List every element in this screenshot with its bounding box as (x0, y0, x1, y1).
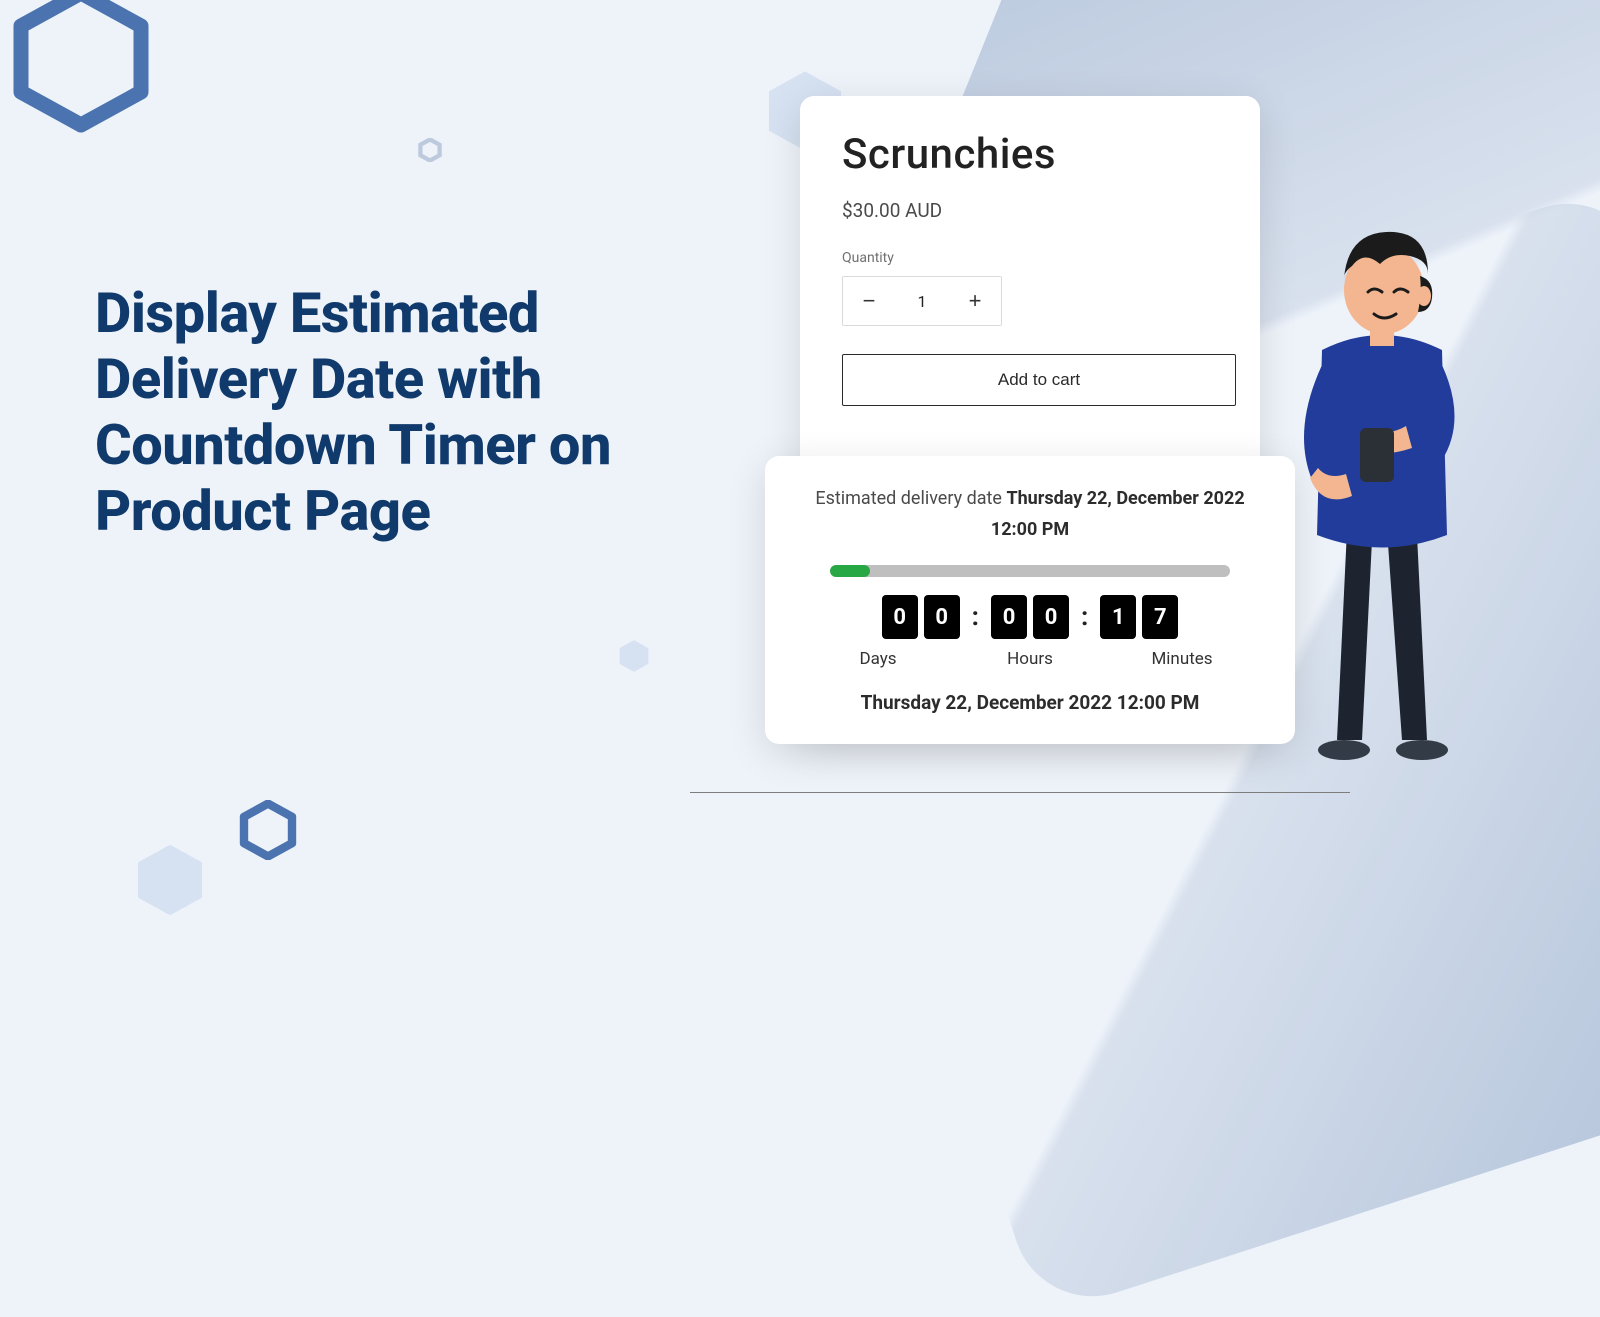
countdown-digit: 1 (1100, 595, 1136, 639)
countdown-labels: Days Hours Minutes (791, 649, 1269, 669)
countdown-timer: 0 0 : 0 0 : 1 7 (791, 595, 1269, 639)
add-to-cart-button[interactable]: Add to cart (842, 354, 1236, 406)
delivery-card: Estimated delivery date Thursday 22, Dec… (765, 456, 1295, 744)
quantity-stepper[interactable]: − 1 + (842, 276, 1002, 326)
quantity-decrease-button[interactable]: − (843, 277, 895, 325)
estimated-delivery-date: Thursday 22, December 2022 12:00 PM (991, 488, 1245, 540)
baseline-rule (690, 792, 1350, 793)
hex-decoration (6, 0, 156, 134)
headline: Display Estimated Delivery Date with Cou… (95, 280, 715, 544)
delivery-bottom-date: Thursday 22, December 2022 12:00 PM (791, 691, 1269, 714)
estimated-delivery-prefix: Estimated delivery date (815, 488, 1006, 509)
hex-decoration (238, 800, 298, 860)
countdown-digit: 0 (991, 595, 1027, 639)
countdown-digit: 0 (882, 595, 918, 639)
countdown-label-minutes: Minutes (1141, 649, 1223, 669)
countdown-label-hours: Hours (989, 649, 1071, 669)
product-price: $30.00 AUD (842, 199, 1218, 222)
quantity-label: Quantity (842, 250, 1218, 266)
hex-decoration (418, 138, 442, 162)
countdown-digit: 0 (924, 595, 960, 639)
countdown-minutes: 1 7 (1100, 595, 1178, 639)
countdown-digit: 0 (1033, 595, 1069, 639)
quantity-value: 1 (895, 292, 949, 311)
progress-bar (830, 565, 1230, 577)
estimated-delivery-line: Estimated delivery date Thursday 22, Dec… (791, 484, 1269, 545)
hex-decoration (130, 840, 210, 920)
quantity-increase-button[interactable]: + (949, 277, 1001, 325)
countdown-days: 0 0 (882, 595, 960, 639)
countdown-separator: : (968, 595, 983, 639)
product-title: Scrunchies (842, 130, 1218, 179)
countdown-hours: 0 0 (991, 595, 1069, 639)
countdown-label-days: Days (837, 649, 919, 669)
countdown-digit: 7 (1142, 595, 1178, 639)
hex-decoration (616, 638, 652, 674)
progress-bar-fill (830, 565, 870, 577)
countdown-separator: : (1077, 595, 1092, 639)
person-illustration (1252, 200, 1512, 770)
